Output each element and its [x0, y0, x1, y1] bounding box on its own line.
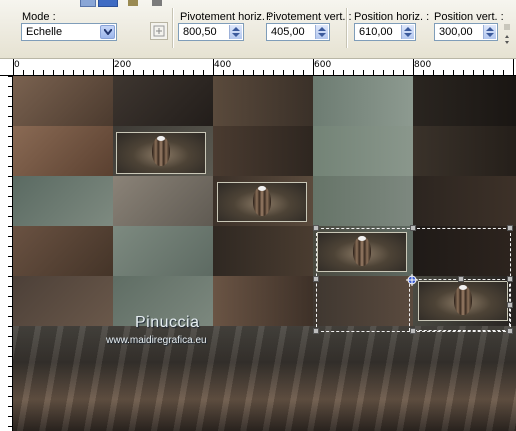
grip-icon [504, 24, 510, 44]
spin-up-icon[interactable] [318, 27, 326, 31]
pivot-point-icon [153, 25, 165, 37]
canvas-tile [413, 76, 516, 126]
transform-handle[interactable] [507, 302, 513, 308]
position-vertical-label: Position vert. : [434, 11, 504, 23]
pivot-vertical-label: Pivotement vert. : [266, 11, 352, 23]
vertical-ruler-ticks [8, 76, 12, 427]
canvas-tile [13, 226, 113, 276]
canvas-tile [213, 76, 313, 126]
transform-handle[interactable] [313, 276, 319, 282]
canvas-tile [113, 76, 213, 126]
toolbar-icon[interactable] [152, 0, 162, 6]
thumbnail-highlight [258, 186, 266, 191]
pivot-vertical-field[interactable]: 405,00 [266, 23, 330, 41]
canvas-tile [213, 226, 313, 276]
ruler-label-800: 800 [414, 60, 432, 70]
transform-handle[interactable] [458, 276, 464, 282]
spin-up-icon[interactable] [404, 27, 412, 31]
canvas-tile [213, 276, 313, 326]
position-vertical-spinner[interactable] [483, 25, 496, 39]
transform-selection-box[interactable] [409, 279, 510, 331]
transform-handle[interactable] [410, 328, 416, 334]
toolbar-grip[interactable] [502, 22, 512, 46]
ruler-corner [0, 59, 12, 75]
transform-handle[interactable] [507, 225, 513, 231]
image-thumbnail[interactable] [217, 182, 307, 222]
transform-handle[interactable] [313, 225, 319, 231]
canvas-tile [13, 176, 113, 226]
watermark-text: Pinuccia [135, 314, 200, 331]
pivot-point-button[interactable] [150, 22, 168, 40]
canvas-tile [13, 126, 113, 176]
transform-handle[interactable] [410, 225, 416, 231]
canvas-tile [113, 176, 213, 226]
toolbar-separator [172, 8, 174, 48]
spin-up-icon[interactable] [232, 27, 240, 31]
position-vertical-value: 300,00 [439, 26, 473, 38]
canvas-tile [313, 76, 413, 126]
tool-options-bar: Mode : Echelle Pivotement horiz. : 800,5… [0, 0, 516, 59]
ruler-label-200: 200 [114, 60, 132, 70]
canvas-tile [13, 276, 113, 326]
toolbar-separator [346, 8, 348, 48]
pivot-vertical-value: 405,00 [271, 26, 305, 38]
chevron-down-icon [104, 29, 112, 35]
transform-handle[interactable] [313, 328, 319, 334]
mode-dropdown-button[interactable] [100, 25, 115, 39]
mode-label: Mode : [22, 11, 56, 23]
canvas-tile [213, 126, 313, 176]
canvas-tile [313, 176, 413, 226]
mode-value: Echelle [26, 26, 63, 38]
horizontal-ruler-ticks [13, 59, 514, 75]
ruler-label-400: 400 [214, 60, 232, 70]
canvas-floor [13, 326, 516, 431]
spin-down-icon[interactable] [232, 33, 240, 37]
vertical-ruler[interactable] [0, 76, 13, 431]
spin-down-icon[interactable] [318, 33, 326, 37]
ruler-label-0: 0 [14, 60, 20, 70]
thumbnail-highlight [157, 136, 165, 141]
pivot-horizontal-label: Pivotement horiz. : [180, 11, 272, 23]
transform-handle[interactable] [507, 276, 513, 282]
position-horizontal-field[interactable]: 610,00 [354, 23, 416, 41]
canvas-tile [313, 126, 413, 176]
pivot-vertical-spinner[interactable] [315, 25, 328, 39]
position-vertical-field[interactable]: 300,00 [434, 23, 498, 41]
ruler-label-600: 600 [314, 60, 332, 70]
position-horizontal-value: 610,00 [359, 26, 393, 38]
canvas-tile [413, 126, 516, 176]
horizontal-ruler[interactable]: 0 200 400 600 800 [0, 59, 516, 76]
position-horizontal-label: Position horiz. : [354, 11, 430, 23]
toolbar-icon[interactable] [80, 0, 96, 7]
canvas-tile [413, 176, 516, 226]
watermark-url: www.maidiregrafica.eu [106, 335, 207, 346]
image-thumbnail[interactable] [116, 132, 206, 174]
image-canvas[interactable]: Pinuccia www.maidiregrafica.eu [13, 76, 516, 431]
transform-handle[interactable] [507, 328, 513, 334]
pivot-horizontal-spinner[interactable] [229, 25, 242, 39]
pivot-horizontal-field[interactable]: 800,50 [178, 23, 244, 41]
pivot-horizontal-value: 800,50 [183, 26, 217, 38]
canvas-tile [13, 76, 113, 126]
spin-up-icon[interactable] [486, 27, 494, 31]
toolbar-icon[interactable] [98, 0, 118, 7]
canvas-tile [113, 226, 213, 276]
spin-down-icon[interactable] [486, 33, 494, 37]
pivot-point-marker[interactable] [406, 274, 418, 286]
toolbar-icon[interactable] [128, 0, 138, 6]
mode-select[interactable]: Echelle [21, 23, 117, 41]
spin-down-icon[interactable] [404, 33, 412, 37]
position-horizontal-spinner[interactable] [401, 25, 414, 39]
